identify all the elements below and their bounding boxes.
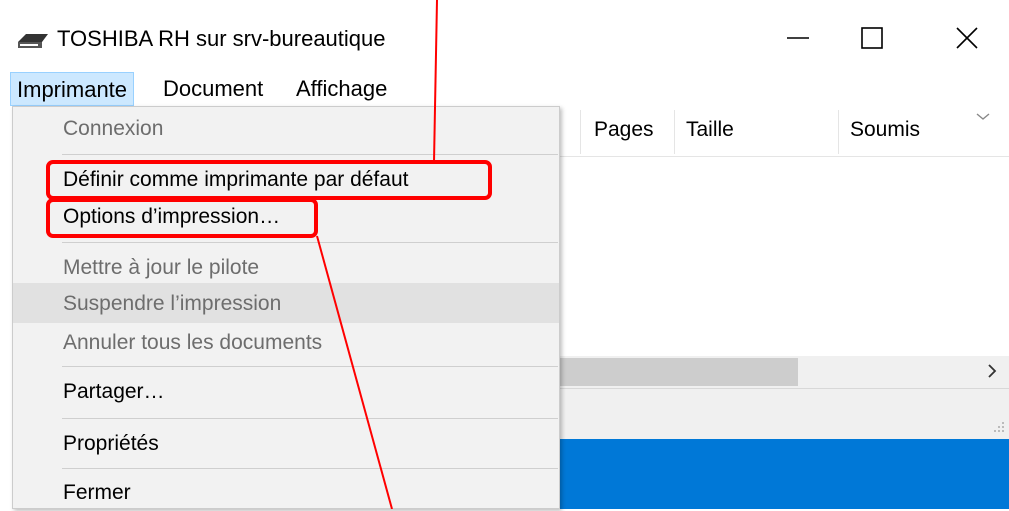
annotation-line-bottom: [316, 235, 393, 509]
annotation-arrows: [316, 0, 438, 509]
annotation-line-top: [433, 0, 438, 163]
